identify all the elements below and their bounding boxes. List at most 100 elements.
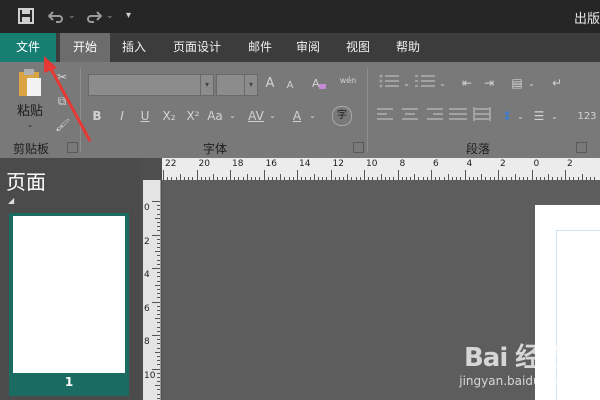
number-style-button[interactable]: 123	[574, 108, 600, 126]
tab-page-design[interactable]: 页面设计	[162, 33, 232, 62]
ruler-tick	[152, 301, 160, 303]
page-thumbnail[interactable]: 1	[9, 213, 129, 396]
save-icon[interactable]	[18, 8, 34, 27]
tab-help[interactable]: 帮助	[388, 33, 428, 62]
superscript-button[interactable]: X²	[184, 107, 202, 125]
ruler-label: 4	[466, 159, 473, 169]
paragraph-spacing-icon[interactable]: ☰	[530, 107, 548, 125]
chevron-down-icon[interactable]: ⌄	[308, 107, 317, 125]
character-spacing-button[interactable]: AV	[246, 107, 266, 125]
watermark-brand: Bai 经验	[463, 343, 566, 373]
ruler-label: 12	[332, 159, 344, 169]
ruler-tick	[157, 339, 160, 341]
ruler-tick	[157, 389, 160, 391]
bullets-icon[interactable]	[378, 74, 402, 93]
ruler-tick	[157, 305, 160, 307]
group-separator	[80, 68, 81, 152]
italic-button[interactable]: I	[115, 107, 129, 125]
ruler-tick	[157, 360, 160, 362]
ruler-label: 20	[198, 159, 210, 169]
redo-dropdown-icon[interactable]: ⌄	[106, 8, 114, 24]
align-left-icon[interactable]	[376, 107, 396, 126]
group-separator	[367, 68, 368, 152]
enclose-character-button[interactable]: 字	[332, 106, 352, 126]
ruler-tick	[330, 170, 332, 180]
ruler-tick	[431, 170, 432, 180]
decrease-indent-icon[interactable]: ⇤	[458, 74, 476, 92]
change-case-button[interactable]: Aa	[205, 107, 225, 125]
tab-file[interactable]: 文件	[0, 33, 56, 62]
chevron-down-icon[interactable]: ⌄	[550, 108, 559, 126]
copy-icon[interactable]: ⧉	[55, 92, 69, 110]
undo-icon[interactable]	[47, 8, 64, 27]
chevron-down-icon[interactable]: ⌄	[402, 75, 411, 93]
undo-dropdown-icon[interactable]: ⌄	[68, 8, 76, 24]
ruler-tick	[297, 170, 298, 180]
align-center-icon[interactable]	[400, 107, 420, 126]
tab-review[interactable]: 审阅	[288, 33, 328, 62]
paragraph-launcher-icon[interactable]	[576, 142, 587, 153]
pages-pane: 页面 ◢ 1	[0, 158, 140, 400]
ruler-tick	[157, 322, 160, 324]
collapse-triangle-icon[interactable]: ◢	[8, 196, 14, 205]
chevron-down-icon[interactable]: ⌄	[268, 107, 277, 125]
line-break-icon[interactable]: ↵	[548, 74, 566, 92]
align-right-icon[interactable]	[424, 107, 444, 126]
ruler-tick	[531, 170, 533, 180]
paste-button[interactable]: 粘贴 ⌄	[12, 68, 48, 129]
distribute-icon[interactable]	[472, 107, 492, 126]
grow-font-button[interactable]: A	[262, 75, 278, 93]
numbering-icon[interactable]	[414, 74, 438, 93]
font-color-button[interactable]: A	[290, 107, 304, 125]
tab-home[interactable]: 开始	[60, 33, 110, 62]
font-launcher-icon[interactable]	[353, 142, 364, 153]
ruler-tick	[157, 205, 160, 207]
ruler-tick	[157, 330, 160, 332]
clipboard-icon	[19, 69, 41, 96]
ruler-tick	[157, 272, 160, 274]
shrink-font-button[interactable]: A	[283, 77, 297, 95]
tab-insert[interactable]: 插入	[112, 33, 156, 62]
chevron-down-icon[interactable]: ⌄	[228, 107, 237, 125]
ruler-tick	[152, 268, 160, 269]
underline-button[interactable]: U	[138, 107, 152, 125]
ruler-tick	[157, 213, 160, 215]
ruler-label: 6	[144, 303, 150, 314]
ruler-tick	[152, 234, 160, 236]
phonetic-guide-button[interactable]: wén	[336, 72, 360, 90]
ruler-tick	[157, 297, 160, 299]
title-bar: ⌄ ⌄ ▾ 出版	[0, 0, 600, 33]
ruler-label: 22	[165, 159, 177, 169]
font-name-combo[interactable]: ▾	[88, 74, 214, 96]
redo-icon[interactable]	[86, 8, 103, 27]
ruler-tick	[155, 217, 160, 219]
clipboard-launcher-icon[interactable]	[67, 142, 78, 153]
vertical-ruler-scale: 0 2 4 6 8 10	[143, 180, 161, 400]
ruler-tick	[157, 280, 160, 282]
vertical-ruler[interactable]: 0 2 4 6 8 10	[140, 158, 162, 400]
ruler-label: 2	[500, 159, 506, 169]
cut-icon[interactable]: ✂	[55, 68, 69, 86]
customize-toolbar-icon[interactable]: ▾	[126, 8, 131, 24]
columns-icon[interactable]: ▤	[508, 74, 526, 92]
chevron-down-icon[interactable]: ⌄	[438, 75, 447, 93]
bold-button[interactable]: B	[90, 107, 104, 125]
tab-view[interactable]: 视图	[338, 33, 378, 62]
horizontal-ruler[interactable]: 22 20 18 16 14 12 10 8 6 4 2 0 2	[162, 158, 600, 181]
subscript-button[interactable]: X₂	[160, 107, 178, 125]
clear-format-icon[interactable]: A	[310, 75, 328, 96]
increase-indent-icon[interactable]: ⇥	[480, 74, 498, 92]
line-spacing-icon[interactable]: ↕	[498, 107, 516, 125]
format-painter-icon[interactable]: 🖌	[55, 116, 70, 134]
tab-mailings[interactable]: 邮件	[240, 33, 280, 62]
margin-guide	[556, 230, 600, 231]
chevron-down-icon: ▾	[200, 75, 213, 95]
chevron-down-icon[interactable]: ⌄	[527, 75, 536, 93]
paragraph-group-label: 段落	[466, 142, 491, 156]
chevron-down-icon[interactable]: ⌄	[516, 108, 525, 126]
font-size-combo[interactable]: ▾	[216, 74, 258, 96]
chevron-down-icon: ▾	[244, 75, 257, 95]
ruler-label: 6	[433, 159, 439, 169]
ruler-tick	[157, 288, 160, 290]
justify-icon[interactable]	[448, 107, 468, 126]
